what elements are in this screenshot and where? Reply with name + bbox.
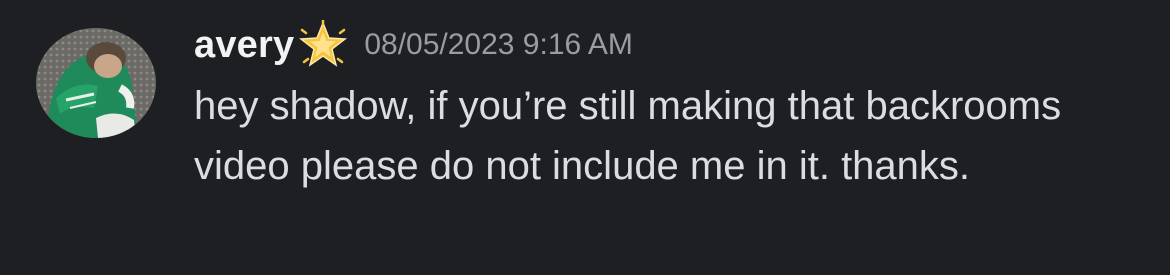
message-header: avery 08/05/2023 9:16 AM	[194, 18, 633, 70]
glowing-star-icon	[298, 18, 348, 70]
avatar-image	[36, 28, 156, 138]
message-text: hey shadow, if you’re still making that …	[194, 84, 1062, 188]
chat-message: avery 08/05/2023 9:16 AM hey shadow, if …	[0, 0, 1170, 275]
timestamp: 08/05/2023 9:16 AM	[364, 28, 633, 61]
avatar[interactable]	[36, 28, 156, 138]
username[interactable]: avery	[194, 24, 294, 67]
